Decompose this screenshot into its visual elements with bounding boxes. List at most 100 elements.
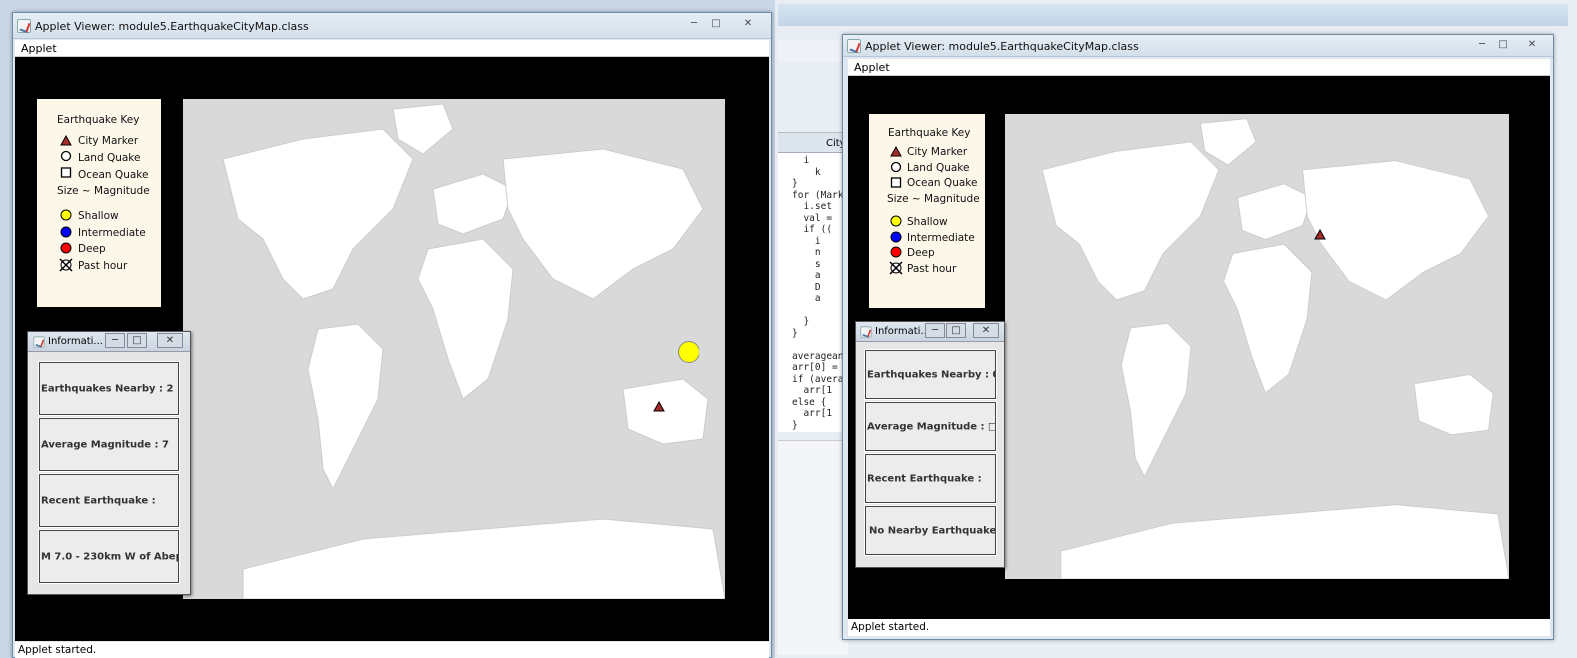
deep-icon — [890, 246, 902, 258]
key-land-quake: Land Quake — [78, 152, 141, 164]
code-line: } — [792, 327, 798, 339]
left-menubar: Applet — [15, 40, 769, 57]
info-field: No Nearby Earthquakes — [864, 505, 997, 556]
code-line: } — [792, 419, 798, 431]
key-deep: Deep — [78, 243, 106, 255]
code-line: } — [792, 316, 810, 327]
right-map-markers — [1314, 229, 1326, 240]
key-size-label: Size ~ Magnitude — [887, 193, 980, 205]
world-map[interactable] — [1005, 114, 1509, 579]
java-icon — [33, 336, 45, 348]
left-status-bar: Applet started. — [15, 642, 769, 658]
right-titlebar: Applet Viewer: module5.EarthquakeCityMap… — [843, 35, 1553, 57]
left-info-window: Informati... ─ □ ✕ Earthquakes Nearby : … — [27, 331, 191, 595]
world-map-shapes — [1041, 118, 1509, 579]
key-shallow: Shallow — [78, 210, 119, 222]
key-past-hour: Past hour — [907, 263, 957, 275]
key-past-hour: Past hour — [78, 260, 128, 272]
code-line: D — [792, 281, 821, 293]
applet-menu[interactable]: Applet — [854, 61, 890, 74]
code-line: a — [792, 270, 821, 281]
left-window-title: Applet Viewer: module5.EarthquakeCityMap… — [35, 20, 309, 33]
shallow-quake-marker — [678, 341, 699, 363]
maximize-icon[interactable]: □ — [707, 17, 725, 31]
key-deep: Deep — [907, 247, 935, 259]
close-icon[interactable]: ✕ — [1523, 38, 1541, 52]
maximize-icon[interactable]: □ — [127, 333, 147, 348]
minimize-icon[interactable]: ─ — [925, 323, 945, 338]
eclipse-toolbar — [778, 40, 848, 62]
africa — [417, 238, 514, 400]
info-field: Average Magnitude : 7 — [38, 417, 180, 472]
code-line: } — [792, 178, 798, 189]
key-title: Earthquake Key — [888, 127, 971, 139]
eclipse-bottom-panel — [778, 440, 848, 655]
city-marker-icon — [890, 146, 902, 157]
info-field: Recent Earthquake : — [38, 473, 180, 528]
right-menubar: Applet — [848, 59, 1550, 76]
left-titlebar: Applet Viewer: module5.EarthquakeCityMap… — [13, 13, 771, 39]
europe — [432, 173, 514, 235]
maximize-icon[interactable]: □ — [1494, 38, 1512, 52]
right-status-bar: Applet started. — [848, 619, 1550, 636]
code-line: s — [792, 258, 821, 270]
north-america — [1041, 141, 1220, 301]
eclipse-editor: City i k} for (Mark i.set val = if (( i n… — [778, 132, 848, 432]
code-line: arr[1 — [792, 385, 833, 396]
minimize-icon[interactable]: ─ — [105, 333, 125, 348]
right-window-title: Applet Viewer: module5.EarthquakeCityMap… — [865, 40, 1139, 53]
close-icon[interactable]: ✕ — [973, 323, 999, 338]
key-intermediate: Intermediate — [78, 227, 146, 239]
maximize-icon[interactable]: □ — [946, 323, 966, 338]
minimize-icon[interactable]: ─ — [685, 17, 703, 31]
code-line: i — [792, 155, 810, 166]
code-line: i.set — [792, 201, 833, 212]
europe — [1236, 183, 1313, 241]
code-line: if (( — [792, 224, 833, 235]
close-icon[interactable]: ✕ — [157, 333, 183, 348]
minimize-icon[interactable]: ─ — [1473, 38, 1491, 52]
left-info-titlebar: Informati... ─ □ ✕ — [28, 332, 190, 352]
close-icon[interactable]: ✕ — [739, 17, 757, 31]
code-line: averagean — [792, 350, 844, 362]
asia — [502, 148, 704, 300]
code-line: arr[1 — [792, 408, 833, 419]
right-info-window: Informati... ─ □ ✕ Earthquakes Nearby : … — [855, 321, 1005, 568]
key-size-label: Size ~ Magnitude — [57, 185, 150, 197]
info-field: Recent Earthquake : — [864, 453, 997, 504]
world-map-shapes — [222, 103, 725, 599]
code-line: k — [792, 166, 821, 178]
deep-icon — [60, 242, 72, 254]
intermediate-icon — [60, 226, 72, 238]
code-line: else { — [792, 396, 827, 408]
key-symbols — [889, 146, 903, 275]
code-line: if (avera — [792, 373, 844, 385]
java-icon — [847, 39, 861, 53]
key-ocean-quake: Ocean Quake — [907, 177, 978, 189]
australia — [1413, 373, 1494, 436]
ocean-quake-icon — [60, 167, 72, 178]
background-tabs-strip — [778, 4, 1568, 26]
java-icon — [860, 326, 872, 338]
key-city-marker: City Marker — [907, 146, 968, 158]
key-symbols — [59, 135, 73, 272]
applet-menu[interactable]: Applet — [21, 42, 57, 55]
shallow-icon — [60, 209, 72, 221]
code-line: val = — [792, 212, 833, 224]
greenland — [1199, 118, 1257, 166]
world-map[interactable] — [183, 99, 725, 599]
info-field: Average Magnitude : □ — [864, 401, 997, 452]
earthquake-key: Earthquake Key City Marker Land Quake Oc… — [37, 99, 161, 307]
shallow-icon — [890, 215, 902, 227]
antarctica — [1060, 504, 1509, 579]
info-field: Earthquakes Nearby : 0 — [864, 349, 997, 400]
land-quake-icon — [60, 150, 72, 162]
key-title: Earthquake Key — [57, 114, 140, 126]
code-line: arr[0] = — [792, 362, 838, 373]
key-shallow: Shallow — [907, 216, 948, 228]
right-info-titlebar: Informati... ─ □ ✕ — [856, 322, 1004, 342]
south-america — [1120, 322, 1192, 478]
right-info-title: Informati... — [875, 326, 930, 337]
